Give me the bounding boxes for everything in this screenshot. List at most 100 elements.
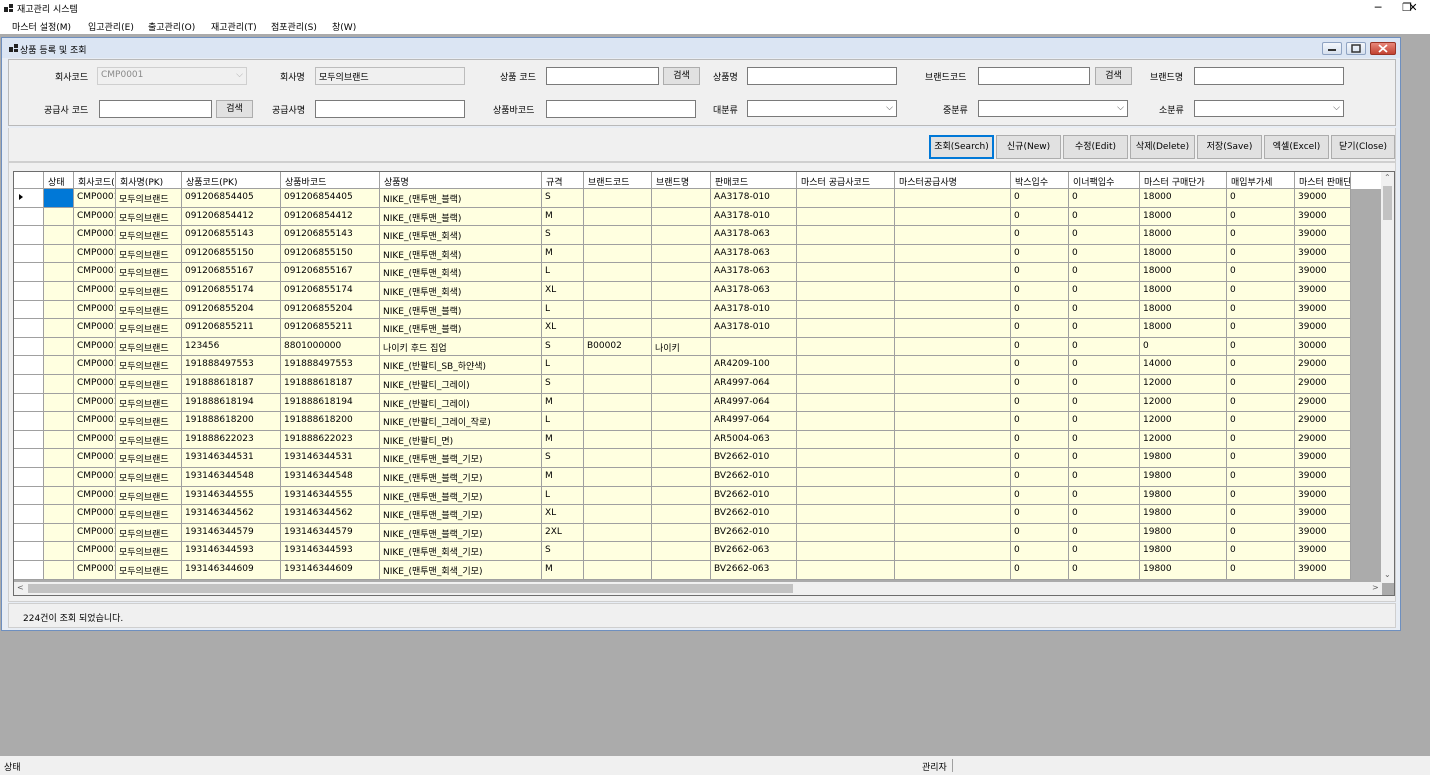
- table-row[interactable]: CMP0001 모두의브랜드 191888497553 191888497553 NIK…: [14, 356, 1382, 375]
- cell-sale-price[interactable]: 39000: [1295, 523, 1351, 543]
- row-header[interactable]: [14, 207, 44, 227]
- cell-box-qty[interactable]: 0: [1011, 449, 1069, 468]
- cell-innerpack-qty[interactable]: 0: [1069, 430, 1140, 450]
- brand-code-field[interactable]: [978, 67, 1090, 85]
- cell-barcode[interactable]: 193146344531: [281, 449, 380, 468]
- cell-purchase-price[interactable]: 19800: [1140, 468, 1227, 487]
- cell-purchase-vat[interactable]: 0: [1227, 319, 1295, 338]
- cell-barcode[interactable]: 191888618187: [281, 375, 380, 394]
- cell-company-code[interactable]: CMP0001: [74, 393, 116, 413]
- cell-company-name[interactable]: 모두의브랜드: [116, 561, 182, 580]
- cell-brand-name[interactable]: [652, 561, 711, 580]
- cell-spec[interactable]: S: [542, 337, 584, 357]
- cell-sale-price[interactable]: 29000: [1295, 393, 1351, 413]
- cell-sales-code[interactable]: AA3178-010: [711, 300, 797, 320]
- table-row[interactable]: CMP0001 모두의브랜드 193146344531 193146344531 NIK…: [14, 449, 1382, 468]
- cell-spec[interactable]: L: [542, 263, 584, 282]
- cell-barcode[interactable]: 193146344562: [281, 505, 380, 524]
- cell-status[interactable]: [44, 356, 74, 375]
- cell-brand-name[interactable]: [652, 263, 711, 282]
- cell-spec[interactable]: L: [542, 486, 584, 506]
- cell-company-code[interactable]: CMP0001: [74, 337, 116, 357]
- cell-supplier-code[interactable]: [797, 449, 895, 468]
- row-header[interactable]: [14, 356, 44, 375]
- cell-innerpack-qty[interactable]: 0: [1069, 189, 1140, 208]
- cell-product-name[interactable]: NIKE_(맨투맨_블랙_기모): [380, 486, 542, 506]
- cell-brand-code[interactable]: [584, 393, 652, 413]
- table-row[interactable]: CMP0001 모두의브랜드 091206855174 091206855174 NIK…: [14, 282, 1382, 301]
- cell-box-qty[interactable]: 0: [1011, 486, 1069, 506]
- cell-spec[interactable]: 2XL: [542, 523, 584, 543]
- cell-sales-code[interactable]: AA3178-010: [711, 189, 797, 208]
- cell-purchase-vat[interactable]: 0: [1227, 189, 1295, 208]
- cell-company-code[interactable]: CMP0001: [74, 300, 116, 320]
- cell-supplier-name[interactable]: [895, 226, 1011, 245]
- cell-box-qty[interactable]: 0: [1011, 393, 1069, 413]
- column-header-company-code[interactable]: 회사코드(PK): [74, 172, 116, 189]
- cell-product-name[interactable]: NIKE_(반팔티_그레이_작로): [380, 412, 542, 431]
- child-minimize-button[interactable]: [1322, 42, 1342, 55]
- cell-company-name[interactable]: 모두의브랜드: [116, 319, 182, 338]
- cell-company-code[interactable]: CMP0001: [74, 468, 116, 487]
- cell-sales-code[interactable]: AA3178-063: [711, 244, 797, 264]
- cell-sales-code[interactable]: BV2662-010: [711, 505, 797, 524]
- cell-brand-code[interactable]: [584, 263, 652, 282]
- cell-innerpack-qty[interactable]: 0: [1069, 486, 1140, 506]
- cell-sales-code[interactable]: AR4209-100: [711, 356, 797, 375]
- cell-purchase-price[interactable]: 18000: [1140, 263, 1227, 282]
- cell-brand-code[interactable]: [584, 505, 652, 524]
- table-row[interactable]: CMP0001 모두의브랜드 123456 8801000000 나이키 후드 집업 S B…: [14, 337, 1382, 357]
- cell-supplier-code[interactable]: [797, 375, 895, 394]
- cell-purchase-price[interactable]: 12000: [1140, 375, 1227, 394]
- vertical-scrollbar[interactable]: ⌃ ⌄: [1381, 172, 1394, 583]
- row-header[interactable]: [14, 523, 44, 543]
- company-code-select[interactable]: CMP0001 ⌵: [97, 67, 247, 85]
- cell-product-name[interactable]: NIKE_(반팔티_SB_하얀색): [380, 356, 542, 375]
- cell-purchase-price[interactable]: 18000: [1140, 300, 1227, 320]
- cell-status[interactable]: [44, 207, 74, 227]
- cell-product-name[interactable]: NIKE_(맨투맨_블랙_기모): [380, 505, 542, 524]
- row-header[interactable]: [14, 282, 44, 301]
- cell-brand-code[interactable]: [584, 244, 652, 264]
- table-row[interactable]: CMP0001 모두의브랜드 091206854405 091206854405 NIK…: [14, 189, 1382, 208]
- cell-company-name[interactable]: 모두의브랜드: [116, 486, 182, 506]
- cell-spec[interactable]: S: [542, 375, 584, 394]
- cell-sale-price[interactable]: 39000: [1295, 561, 1351, 580]
- cell-sale-price[interactable]: 39000: [1295, 282, 1351, 301]
- column-header-supplier-code[interactable]: 마스터 공급사코드: [797, 172, 895, 189]
- cell-product-code[interactable]: 091206855143: [182, 226, 281, 245]
- cell-status[interactable]: [44, 412, 74, 431]
- cell-innerpack-qty[interactable]: 0: [1069, 356, 1140, 375]
- cell-spec[interactable]: M: [542, 207, 584, 227]
- cell-supplier-code[interactable]: [797, 244, 895, 264]
- cell-supplier-code[interactable]: [797, 412, 895, 431]
- cell-sale-price[interactable]: 39000: [1295, 486, 1351, 506]
- cell-brand-name[interactable]: [652, 430, 711, 450]
- cell-spec[interactable]: M: [542, 561, 584, 580]
- cell-status[interactable]: [44, 486, 74, 506]
- cell-sale-price[interactable]: 39000: [1295, 300, 1351, 320]
- cell-supplier-name[interactable]: [895, 189, 1011, 208]
- cell-company-name[interactable]: 모두의브랜드: [116, 449, 182, 468]
- cell-purchase-vat[interactable]: 0: [1227, 486, 1295, 506]
- cell-brand-name[interactable]: [652, 207, 711, 227]
- cell-brand-name[interactable]: [652, 542, 711, 561]
- cell-sales-code[interactable]: BV2662-010: [711, 468, 797, 487]
- close-window-button[interactable]: ✕: [1398, 0, 1428, 16]
- row-header[interactable]: [14, 319, 44, 338]
- cell-box-qty[interactable]: 0: [1011, 207, 1069, 227]
- table-row[interactable]: CMP0001 모두의브랜드 091206855150 091206855150 NIK…: [14, 244, 1382, 264]
- cell-barcode[interactable]: 191888618194: [281, 393, 380, 413]
- cell-box-qty[interactable]: 0: [1011, 356, 1069, 375]
- cell-company-code[interactable]: CMP0001: [74, 449, 116, 468]
- cell-status[interactable]: [44, 263, 74, 282]
- cell-purchase-vat[interactable]: 0: [1227, 542, 1295, 561]
- save-button[interactable]: 저장(Save): [1197, 135, 1262, 159]
- supplier-search-button[interactable]: 검색: [216, 100, 253, 118]
- product-search-button[interactable]: 검색: [663, 67, 700, 85]
- cell-status[interactable]: [44, 561, 74, 580]
- cell-brand-code[interactable]: [584, 356, 652, 375]
- row-header[interactable]: [14, 300, 44, 320]
- cell-barcode[interactable]: 091206855167: [281, 263, 380, 282]
- cell-sales-code[interactable]: AR5004-063: [711, 430, 797, 450]
